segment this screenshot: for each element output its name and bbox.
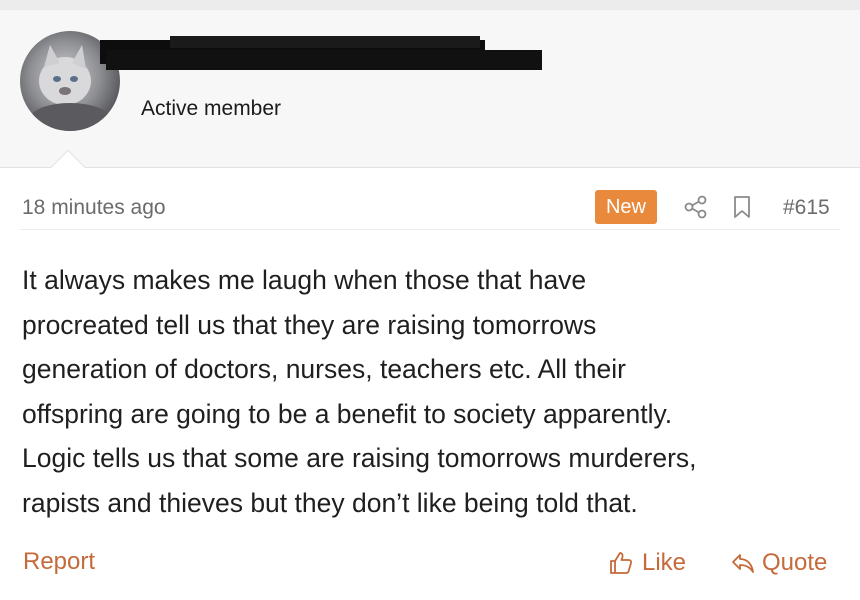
quote-button[interactable]: Quote bbox=[730, 546, 827, 580]
post-number-link[interactable]: #615 bbox=[783, 196, 830, 220]
share-icon[interactable] bbox=[683, 194, 709, 220]
new-badge: New bbox=[595, 190, 657, 224]
quote-label: Quote bbox=[762, 549, 828, 576]
user-title: Active member bbox=[141, 97, 282, 120]
post-text-line: generation of doctors, nurses, teachers … bbox=[22, 354, 626, 384]
post-timestamp[interactable]: 18 minutes ago bbox=[22, 196, 166, 220]
post-meta: 18 minutes ago New #615 bbox=[20, 186, 840, 230]
post-text-line: It always makes me laugh when those that… bbox=[22, 265, 587, 295]
post-text-line: rapists and thieves but they don’t like … bbox=[22, 487, 638, 518]
post-text-line: procreated tell us that they are raising… bbox=[22, 309, 597, 340]
user-header: Active member bbox=[0, 0, 860, 168]
reply-arrow-icon bbox=[730, 551, 756, 575]
thumbs-up-icon bbox=[608, 550, 634, 576]
post-text-line: Logic tells us that some are raising tom… bbox=[22, 443, 697, 473]
post-text-line: offspring are going to be a benefit to s… bbox=[22, 398, 673, 429]
username-redaction bbox=[100, 36, 542, 70]
post-body: It always makes me laugh when those that… bbox=[22, 258, 842, 525]
post-actions: Report Like Quote bbox=[0, 540, 860, 586]
bookmark-icon[interactable] bbox=[731, 194, 753, 220]
report-link[interactable]: Report bbox=[23, 548, 95, 576]
like-button[interactable]: Like bbox=[608, 546, 686, 580]
forum-post: Active member 18 minutes ago New #615 It… bbox=[0, 0, 860, 600]
like-label: Like bbox=[642, 549, 687, 576]
